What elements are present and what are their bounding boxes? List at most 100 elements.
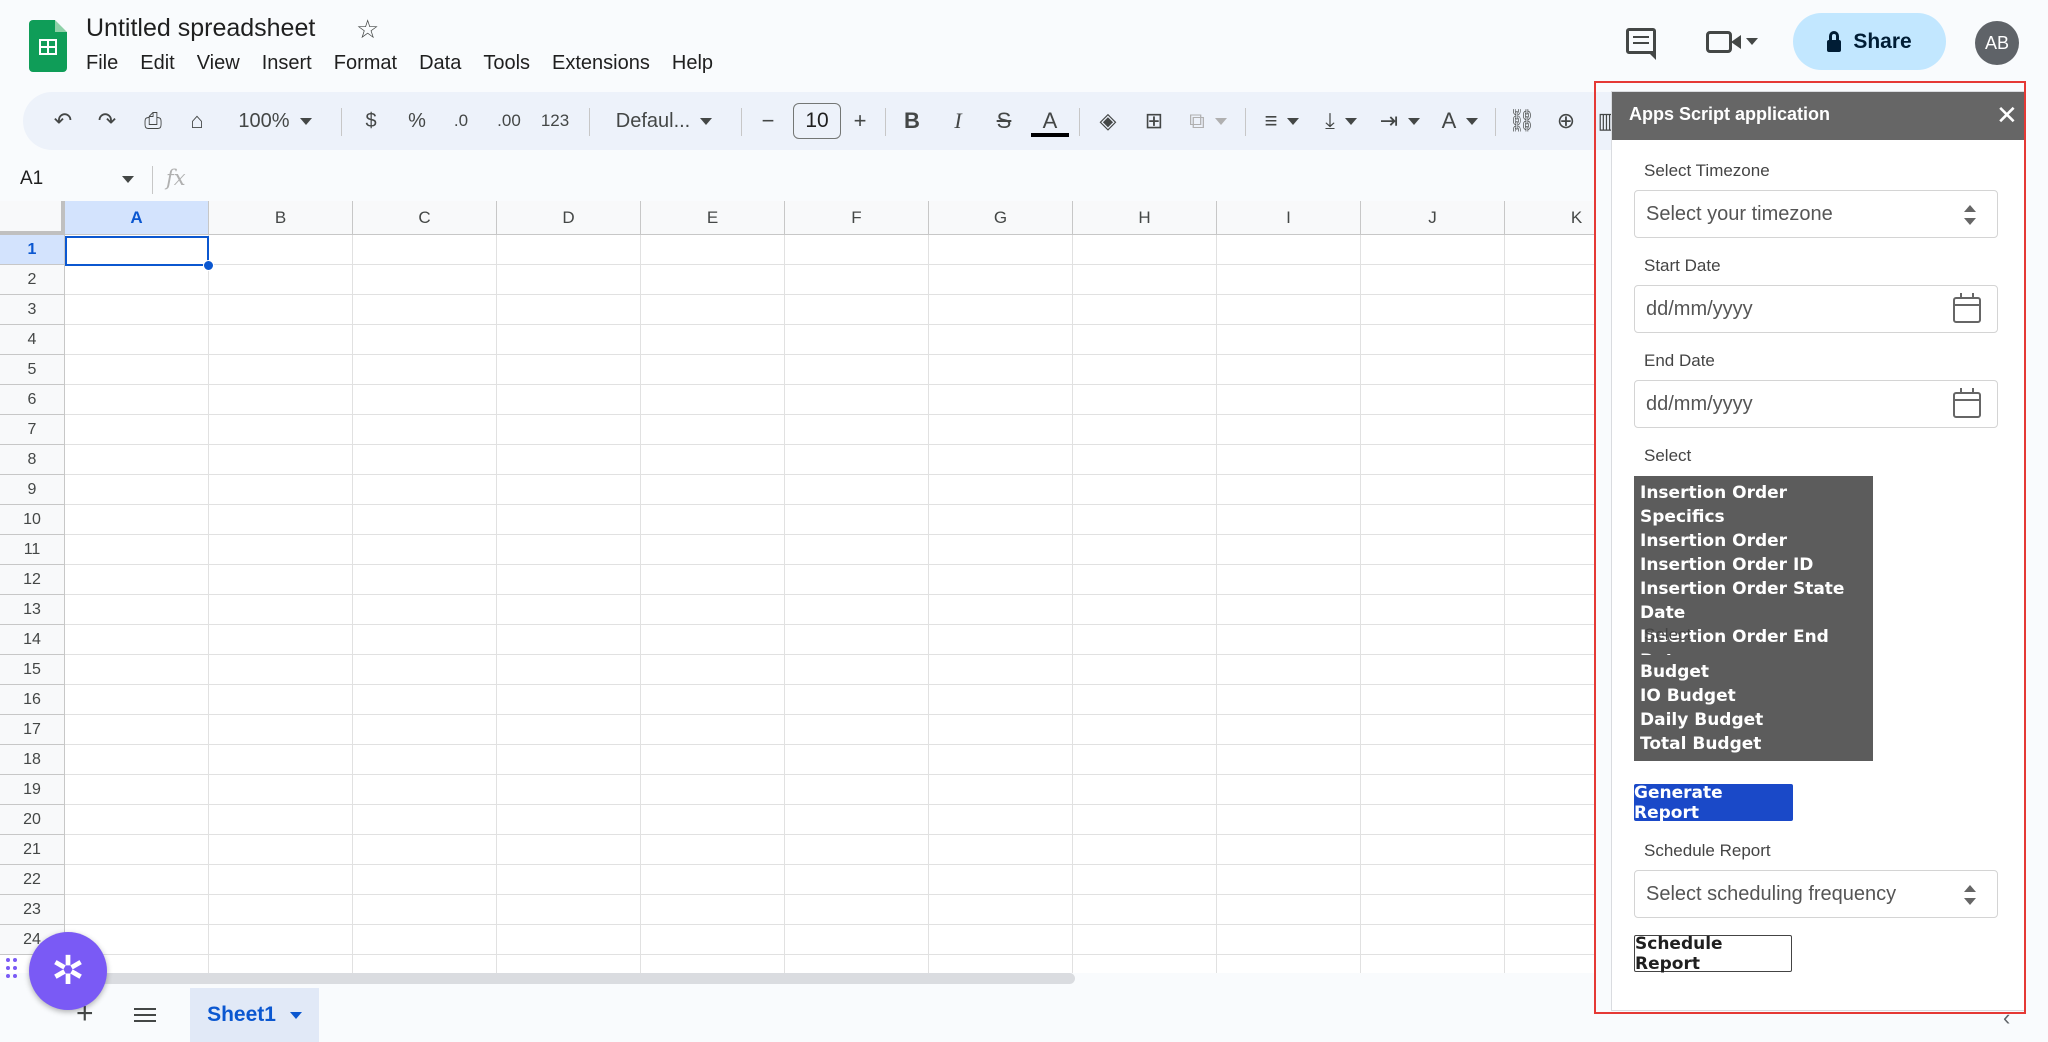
meet-dropdown-icon[interactable] (1746, 38, 1758, 45)
menu-edit[interactable]: Edit (129, 52, 185, 75)
budget-multiselect[interactable]: Budget IO Budget Daily Budget Total Budg… (1634, 655, 1873, 761)
select2-option[interactable]: Daily Budget (1640, 708, 1867, 732)
zoom-select[interactable]: 100% (227, 92, 323, 150)
text-color-button[interactable]: A (1031, 92, 1069, 150)
close-icon[interactable]: ✕ (1996, 102, 2018, 128)
column-header-e[interactable]: E (641, 201, 785, 235)
selected-cell-a1[interactable] (65, 236, 209, 266)
paint-format-icon[interactable]: ⌂ (179, 92, 215, 150)
meet-icon[interactable] (1706, 31, 1741, 53)
schedule-frequency-select[interactable]: Select scheduling frequency (1634, 870, 1998, 918)
number-format-button[interactable]: 123 (535, 92, 575, 150)
name-box[interactable]: A1 (20, 168, 43, 190)
row-header-9[interactable]: 9 (0, 475, 65, 505)
fill-handle[interactable] (203, 260, 214, 271)
row-header-16[interactable]: 16 (0, 685, 65, 715)
row-header-3[interactable]: 3 (0, 295, 65, 325)
chevron-left-icon[interactable]: ‹ (2003, 1005, 2010, 1031)
column-header-c[interactable]: C (353, 201, 497, 235)
schedule-report-button[interactable]: Schedule Report (1634, 934, 1792, 974)
merge-cells-icon[interactable]: ⧉ (1181, 92, 1235, 150)
bold-button[interactable]: B (895, 92, 929, 150)
font-family-select[interactable]: Defaul... (597, 92, 731, 150)
start-date-input[interactable]: dd/mm/yyyy (1634, 285, 1998, 333)
avatar[interactable]: AB (1975, 21, 2019, 65)
menu-extensions[interactable]: Extensions (541, 52, 661, 75)
column-header-i[interactable]: I (1217, 201, 1361, 235)
column-header-d[interactable]: D (497, 201, 641, 235)
column-header-f[interactable]: F (785, 201, 929, 235)
increase-font-size-button[interactable]: + (845, 92, 875, 150)
fill-color-icon[interactable]: ◈ (1089, 92, 1127, 150)
row-header-2[interactable]: 2 (0, 265, 65, 295)
spreadsheet-grid[interactable]: A B C D E F G H I J K 1 2 3 4 5 6 7 8 9 10 11 12 13 14 15 16 17 18 19… (0, 201, 1594, 973)
name-box-dropdown-icon[interactable] (122, 176, 134, 183)
currency-format-button[interactable]: $ (357, 92, 385, 150)
insertion-order-multiselect[interactable]: Insertion Order Specifics Insertion Orde… (1634, 476, 1873, 678)
vertical-align-icon[interactable]: ⤓ (1315, 92, 1367, 150)
row-header-18[interactable]: 18 (0, 745, 65, 775)
row-header-20[interactable]: 20 (0, 805, 65, 835)
select1-option[interactable]: Insertion Order State Date (1640, 577, 1867, 625)
select1-option[interactable]: Insertion Order ID (1640, 553, 1867, 577)
menu-data[interactable]: Data (408, 52, 472, 75)
column-header-h[interactable]: H (1073, 201, 1217, 235)
calendar-icon[interactable] (1953, 388, 1981, 418)
column-header-b[interactable]: B (209, 201, 353, 235)
insert-link-icon[interactable]: ⛓ (1503, 92, 1541, 150)
menu-format[interactable]: Format (323, 52, 408, 75)
decrease-decimal-button[interactable]: .0 (443, 92, 479, 150)
timezone-select[interactable]: Select your timezone (1634, 190, 1998, 238)
row-header-7[interactable]: 7 (0, 415, 65, 445)
drag-handle-icon[interactable] (6, 958, 20, 982)
row-header-14[interactable]: 14 (0, 625, 65, 655)
font-size-input[interactable]: 10 (793, 103, 841, 139)
document-title[interactable]: Untitled spreadsheet (86, 14, 315, 43)
row-header-11[interactable]: 11 (0, 535, 65, 565)
end-date-input[interactable]: dd/mm/yyyy (1634, 380, 1998, 428)
all-sheets-menu-icon[interactable] (134, 1008, 156, 1010)
row-header-1[interactable]: 1 (0, 235, 65, 265)
menu-tools[interactable]: Tools (472, 52, 541, 75)
undo-icon[interactable]: ↶ (45, 92, 81, 150)
row-header-4[interactable]: 4 (0, 325, 65, 355)
row-header-21[interactable]: 21 (0, 835, 65, 865)
horizontal-scrollbar[interactable] (65, 973, 1075, 984)
select2-option[interactable]: Budget (1640, 660, 1867, 684)
italic-button[interactable]: I (941, 92, 975, 150)
column-header-k[interactable]: K (1505, 201, 1594, 235)
decrease-font-size-button[interactable]: − (753, 92, 783, 150)
increase-decimal-button[interactable]: .00 (489, 92, 529, 150)
menu-help[interactable]: Help (661, 52, 724, 75)
row-header-5[interactable]: 5 (0, 355, 65, 385)
row-header-10[interactable]: 10 (0, 505, 65, 535)
row-header-12[interactable]: 12 (0, 565, 65, 595)
select1-option[interactable]: Insertion Order (1640, 529, 1867, 553)
row-header-8[interactable]: 8 (0, 445, 65, 475)
percent-format-button[interactable]: % (403, 92, 431, 150)
print-icon[interactable]: ⎙ (135, 92, 171, 150)
insert-comment-icon[interactable]: ⊕ (1547, 92, 1585, 150)
menu-view[interactable]: View (186, 52, 251, 75)
redo-icon[interactable]: ↷ (89, 92, 125, 150)
generate-report-button[interactable]: Generate Report (1634, 783, 1793, 823)
text-wrapping-icon[interactable]: ⇥ (1373, 92, 1427, 150)
sheet-tab-sheet1[interactable]: Sheet1 (190, 988, 319, 1042)
row-header-13[interactable]: 13 (0, 595, 65, 625)
select2-option[interactable]: IO Budget (1640, 684, 1867, 708)
horizontal-align-icon[interactable]: ≡ (1255, 92, 1309, 150)
menu-file[interactable]: File (86, 52, 129, 75)
column-header-a[interactable]: A (65, 201, 209, 235)
row-header-22[interactable]: 22 (0, 865, 65, 895)
borders-icon[interactable]: ⊞ (1135, 92, 1173, 150)
strikethrough-button[interactable]: S (987, 92, 1021, 150)
row-header-17[interactable]: 17 (0, 715, 65, 745)
column-header-j[interactable]: J (1361, 201, 1505, 235)
star-icon[interactable]: ☆ (356, 14, 379, 45)
select1-option[interactable]: Insertion Order Specifics (1640, 481, 1867, 529)
row-header-6[interactable]: 6 (0, 385, 65, 415)
menu-insert[interactable]: Insert (251, 52, 323, 75)
calendar-icon[interactable] (1953, 293, 1981, 323)
comments-icon[interactable] (1626, 28, 1656, 60)
text-rotation-icon[interactable]: A (1433, 92, 1487, 150)
